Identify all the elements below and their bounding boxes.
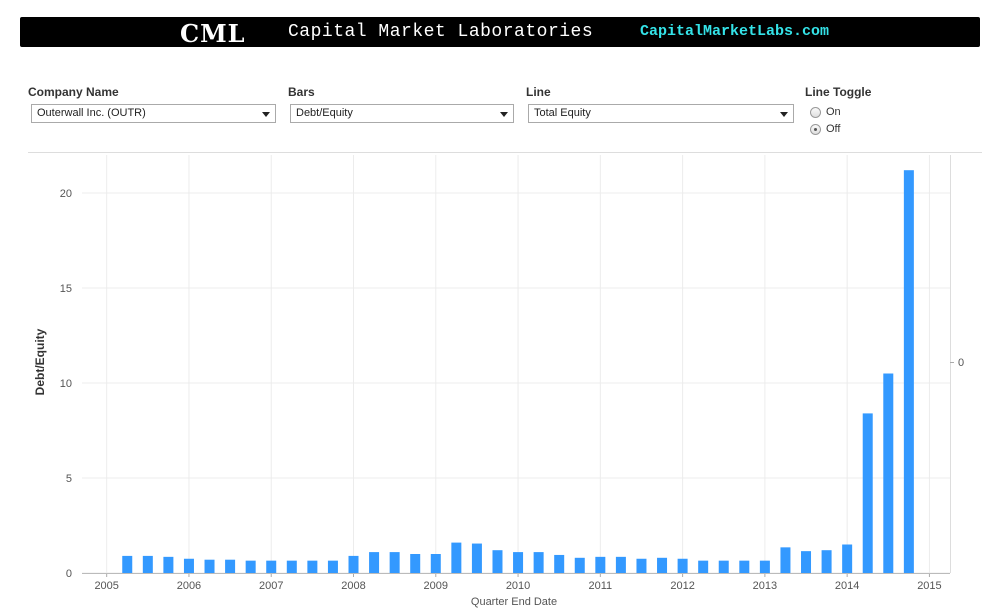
x-tick-label: 2007 [259, 580, 283, 592]
bar [657, 557, 668, 573]
x-tick-label: 2015 [917, 580, 941, 592]
bar [245, 560, 256, 573]
bar [513, 552, 524, 573]
bar [842, 544, 853, 573]
y-tick-label: 20 [60, 188, 72, 200]
bar [883, 373, 894, 573]
bar [718, 560, 729, 573]
x-tick-label: 2011 [589, 580, 613, 592]
bar [595, 556, 606, 573]
bar [780, 547, 791, 573]
x-tick-label: 2014 [835, 580, 859, 592]
bar [698, 560, 709, 573]
bar [286, 560, 297, 573]
bar [471, 543, 482, 573]
bar [451, 542, 462, 573]
bar [142, 555, 153, 573]
x-axis-title: Quarter End Date [471, 596, 557, 608]
bar [389, 552, 400, 573]
x-tick-label: 2006 [177, 580, 201, 592]
bar [759, 560, 770, 573]
debt-equity-bar-chart: 0 5 10 15 20 2005 2006 2007 2008 2009 2010 2011 2012… [33, 155, 964, 608]
bar [862, 413, 873, 573]
bar [636, 558, 647, 573]
y-tick-label: 10 [60, 378, 72, 390]
bar [307, 560, 318, 573]
x-tick-label: 2010 [506, 580, 530, 592]
bar [430, 554, 441, 573]
bar [821, 550, 832, 573]
bar [266, 560, 277, 573]
bar [677, 558, 688, 573]
bar [492, 550, 503, 573]
y-tick-label: 0 [66, 568, 72, 580]
y-axis-title: Debt/Equity [33, 328, 47, 395]
y-tick-label: 5 [66, 473, 72, 485]
bar [801, 551, 812, 573]
bar [348, 555, 359, 573]
chart-tick-labels: 0 5 10 15 20 2005 2006 2007 2008 2009 2010 2011 2012… [60, 188, 942, 592]
secondary-axis-label: 0 [958, 357, 964, 369]
x-tick-label: 2009 [424, 580, 448, 592]
bar [183, 558, 194, 573]
x-tick-label: 2012 [670, 580, 694, 592]
bar [369, 552, 380, 573]
bar [225, 559, 236, 573]
bar [410, 554, 421, 573]
bar [615, 556, 626, 573]
bar [903, 170, 914, 573]
chart-grid [82, 155, 950, 574]
bar [533, 552, 544, 573]
x-tick-label: 2005 [94, 580, 118, 592]
bar [739, 560, 750, 573]
bar [574, 557, 585, 573]
bar [122, 555, 133, 573]
y-tick-label: 15 [60, 283, 72, 295]
bar [554, 554, 565, 573]
bar [204, 559, 215, 573]
x-tick-label: 2013 [753, 580, 777, 592]
bar [327, 560, 338, 573]
x-tick-label: 2008 [341, 580, 365, 592]
bar [163, 556, 174, 573]
